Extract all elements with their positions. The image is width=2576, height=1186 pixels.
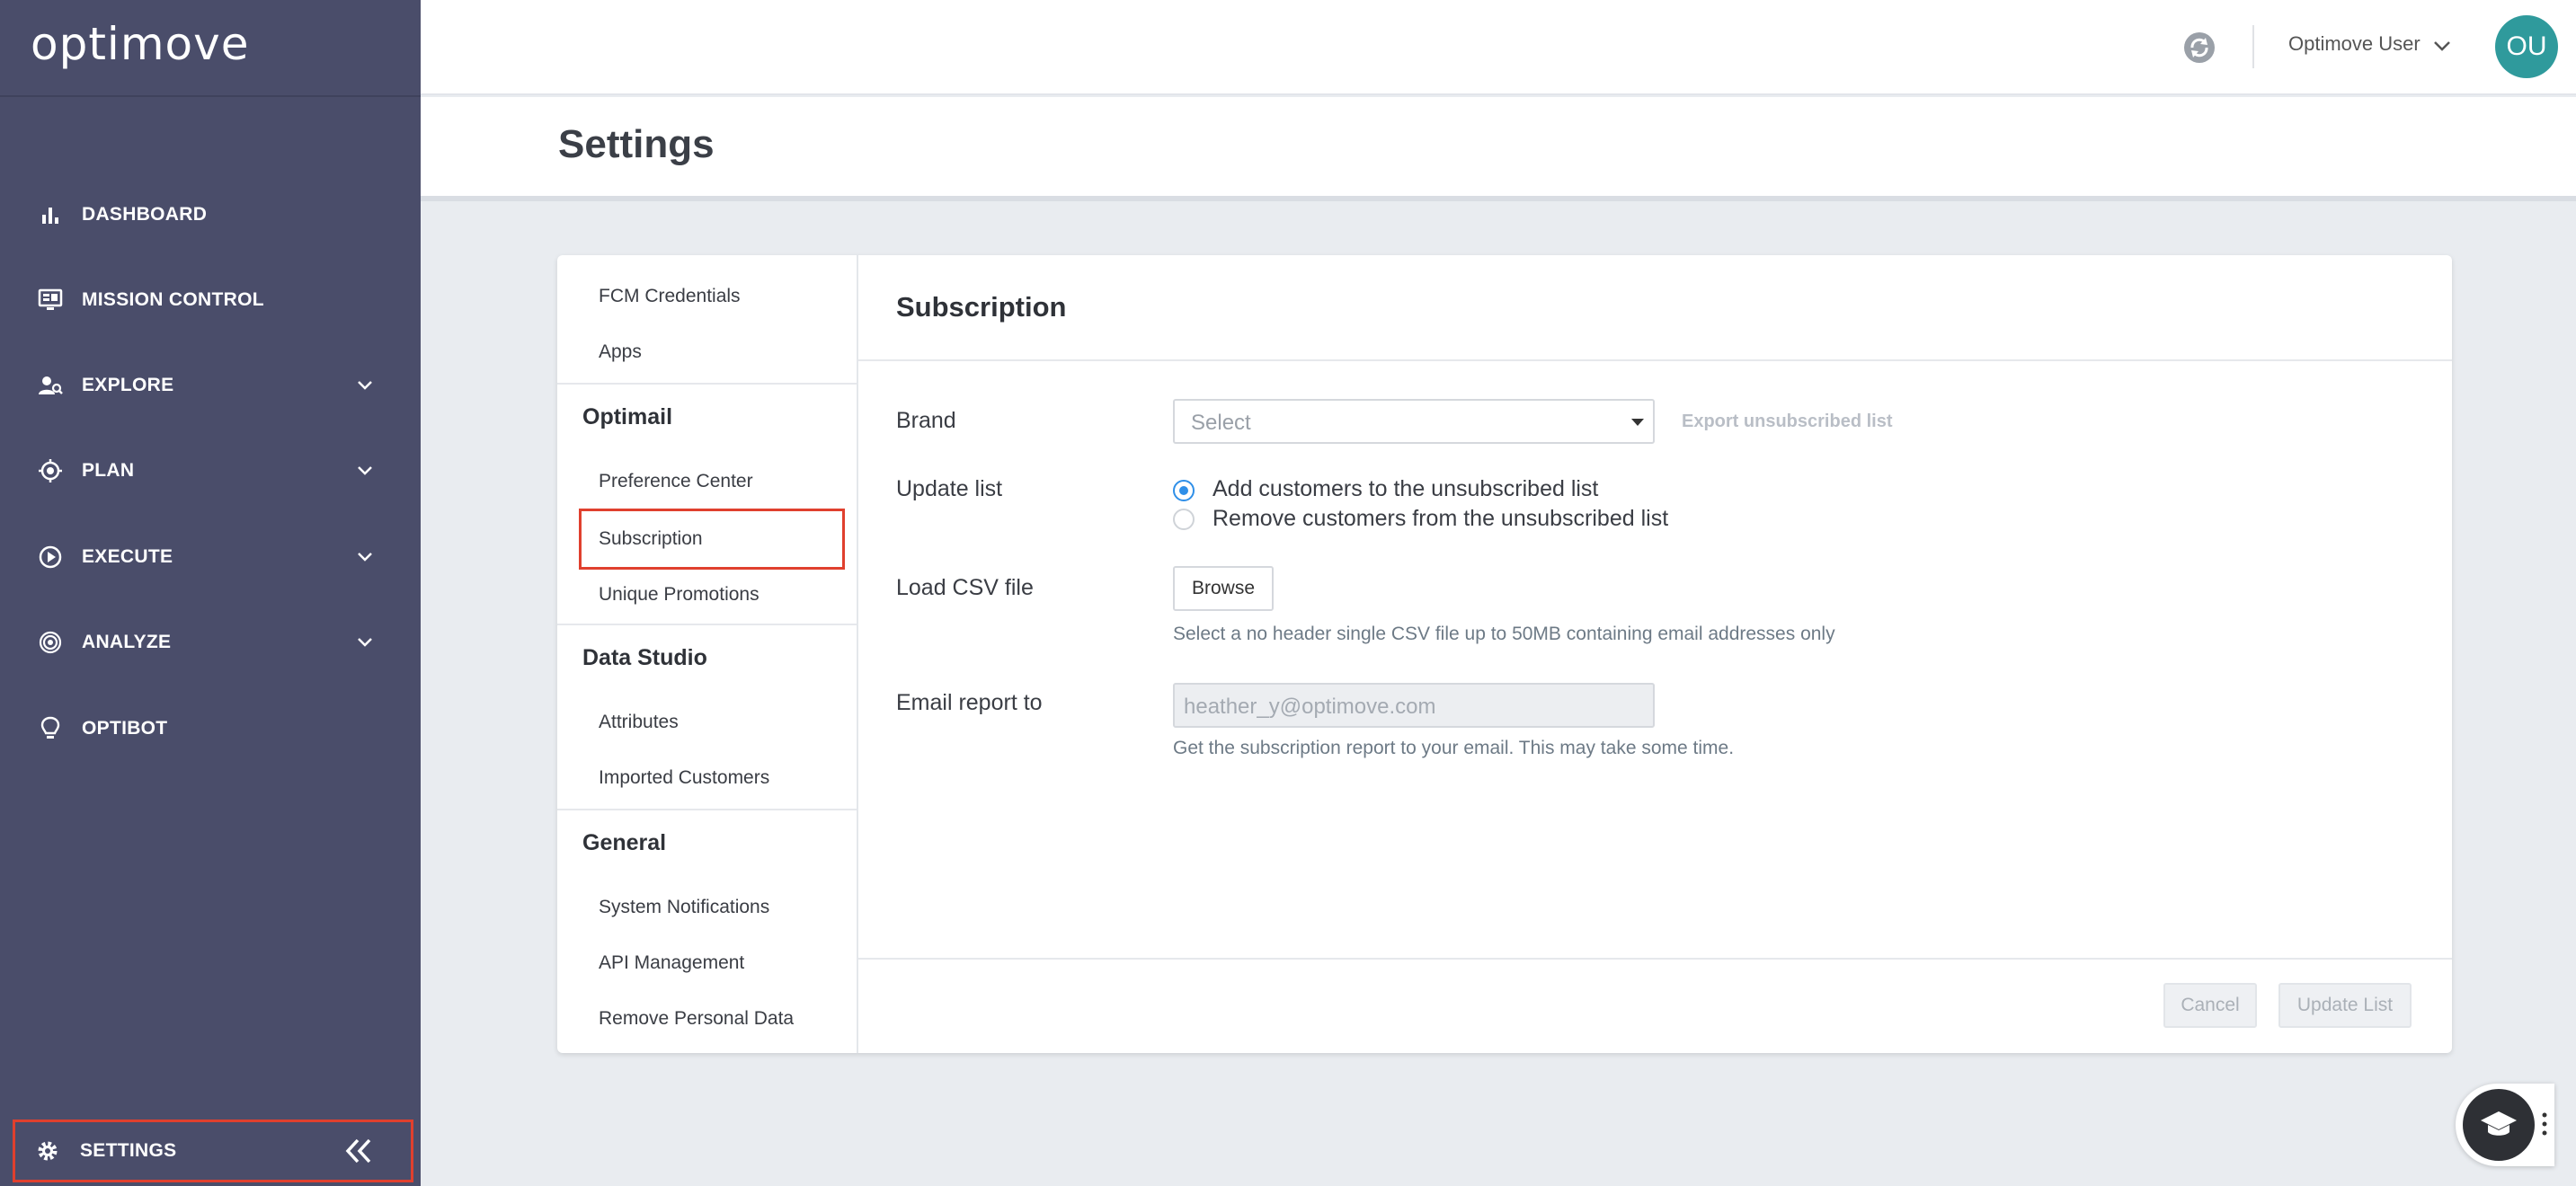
settings-section-optimail: Optimail	[582, 404, 673, 429]
sidebar-item-settings[interactable]: SETTINGS	[13, 1120, 413, 1182]
load-csv-label: Load CSV file	[896, 575, 1034, 600]
header-divider	[2252, 25, 2254, 68]
email-report-label: Email report to	[896, 690, 1043, 715]
avatar[interactable]: OU	[2495, 15, 2558, 78]
fingerprint-icon	[38, 630, 63, 655]
sidebar-item-execute[interactable]: EXECUTE	[0, 526, 421, 589]
caret-down-icon	[1631, 419, 1644, 426]
email-report-field[interactable]: heather_y@optimove.com	[1173, 683, 1655, 728]
user-menu-name[interactable]: Optimove User	[2288, 32, 2421, 56]
brand-select-placeholder: Select	[1191, 411, 1251, 435]
chevron-down-icon	[354, 632, 376, 653]
chevron-down-icon	[354, 546, 376, 568]
subscription-panel: Subscription Brand Select Export unsubsc…	[858, 255, 2452, 1053]
radio-add-customers[interactable]	[1173, 480, 1195, 501]
person-search-icon	[38, 373, 63, 398]
sidebar-item-label: PLAN	[82, 460, 135, 481]
page-title: Settings	[558, 122, 715, 166]
sidebar-item-label: ANALYZE	[82, 632, 172, 652]
panel-title: Subscription	[896, 291, 1067, 323]
graduation-cap-icon[interactable]	[2463, 1089, 2535, 1161]
sidebar-item-plan[interactable]: PLAN	[0, 439, 421, 502]
sidebar-item-mission-control[interactable]: MISSION CONTROL	[0, 269, 421, 332]
sidebar-item-explore[interactable]: EXPLORE	[0, 354, 421, 417]
sidebar-item-label: SETTINGS	[80, 1140, 177, 1161]
sync-icon[interactable]	[2182, 31, 2216, 65]
chevron-down-icon[interactable]	[2430, 34, 2454, 58]
academy-widget[interactable]	[2456, 1084, 2554, 1166]
export-unsubscribed-link[interactable]: Export unsubscribed list	[1682, 412, 1892, 432]
bar-chart-icon	[38, 202, 63, 227]
radio-remove-customers[interactable]	[1173, 509, 1195, 530]
menu-divider	[557, 624, 857, 625]
panel-footer-divider	[858, 958, 2452, 960]
play-circle-icon	[38, 544, 63, 570]
sidebar-item-label: MISSION CONTROL	[82, 289, 264, 310]
settings-section-data-studio: Data Studio	[582, 645, 707, 670]
settings-menu-item-preference-center[interactable]: Preference Center	[599, 471, 753, 492]
settings-menu-item-api-management[interactable]: API Management	[599, 952, 744, 974]
radio-remove-customers-label[interactable]: Remove customers from the unsubscribed l…	[1212, 506, 1668, 532]
settings-menu-item-remove-personal-data[interactable]: Remove Personal Data	[599, 1008, 794, 1030]
sidebar-item-analyze[interactable]: ANALYZE	[0, 611, 421, 674]
sidebar: optimove DASHBOARD MISSION CONTROL EXPLO…	[0, 0, 421, 1186]
more-options-icon[interactable]	[2540, 1111, 2549, 1137]
sidebar-divider	[0, 95, 421, 97]
page-header: Settings	[421, 97, 2576, 201]
settings-section-general: General	[582, 830, 667, 855]
csv-hint: Select a no header single CSV file up to…	[1173, 624, 1835, 644]
menu-divider	[557, 809, 857, 810]
update-list-button[interactable]: Update List	[2278, 983, 2412, 1028]
settings-menu-item-attributes[interactable]: Attributes	[599, 712, 679, 733]
settings-menu-item-imported-customers[interactable]: Imported Customers	[599, 767, 769, 789]
optimove-logo[interactable]: optimove	[31, 18, 249, 70]
brand-select[interactable]: Select	[1173, 399, 1655, 444]
sidebar-item-label: OPTIBOT	[82, 718, 168, 739]
collapse-sidebar-icon[interactable]	[341, 1133, 377, 1169]
radio-add-customers-label[interactable]: Add customers to the unsubscribed list	[1212, 476, 1598, 502]
sidebar-item-label: EXPLORE	[82, 375, 174, 395]
settings-card: FCM Credentials Apps Optimail Preference…	[557, 255, 2452, 1053]
settings-menu-item-apps[interactable]: Apps	[599, 341, 642, 363]
target-icon	[38, 458, 63, 483]
sidebar-item-optibot[interactable]: OPTIBOT	[0, 697, 421, 760]
update-list-label: Update list	[896, 476, 1003, 501]
browse-button[interactable]: Browse	[1173, 566, 1274, 611]
email-hint: Get the subscription report to your emai…	[1173, 738, 1735, 758]
sidebar-item-label: EXECUTE	[82, 546, 173, 567]
chevron-down-icon	[354, 375, 376, 396]
settings-menu: FCM Credentials Apps Optimail Preference…	[557, 255, 858, 1053]
sidebar-item-dashboard[interactable]: DASHBOARD	[0, 183, 421, 246]
cancel-button[interactable]: Cancel	[2163, 983, 2257, 1028]
settings-menu-item-system-notifications[interactable]: System Notifications	[599, 897, 769, 918]
settings-menu-item-fcm-credentials[interactable]: FCM Credentials	[599, 286, 741, 307]
brand-label: Brand	[896, 408, 956, 433]
chevron-down-icon	[354, 460, 376, 482]
gear-icon	[35, 1138, 60, 1164]
settings-menu-item-subscription[interactable]: Subscription	[599, 528, 703, 550]
monitor-icon	[38, 288, 63, 313]
menu-divider	[557, 383, 857, 385]
settings-menu-item-unique-promotions[interactable]: Unique Promotions	[599, 584, 759, 606]
panel-divider	[858, 359, 2452, 361]
email-field-value: heather_y@optimove.com	[1184, 695, 1436, 719]
sidebar-item-label: DASHBOARD	[82, 204, 208, 225]
lightbulb-icon	[38, 716, 63, 741]
